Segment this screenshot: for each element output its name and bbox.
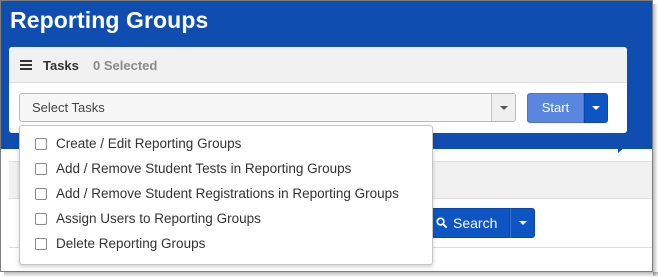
task-options-menu: Create / Edit Reporting Groups Add / Rem… [19, 125, 433, 265]
start-button[interactable]: Start [527, 93, 584, 123]
task-option-checkbox[interactable] [35, 238, 47, 250]
task-option-label: Create / Edit Reporting Groups [56, 136, 242, 151]
window-shadow [4, 272, 658, 277]
search-icon [436, 217, 447, 228]
tasks-panel: Tasks 0 Selected Select Tasks Start [9, 47, 627, 133]
tasks-panel-header: Tasks 0 Selected [9, 47, 627, 83]
search-button[interactable]: Search [424, 208, 510, 238]
task-option-label: Assign Users to Reporting Groups [56, 211, 261, 226]
task-option[interactable]: Create / Edit Reporting Groups [20, 132, 432, 157]
header-notch [618, 141, 632, 153]
start-options-button[interactable] [584, 93, 608, 123]
task-option-checkbox[interactable] [35, 188, 47, 200]
task-option-checkbox[interactable] [35, 213, 47, 225]
task-option[interactable]: Assign Users to Reporting Groups [20, 207, 432, 232]
page-title: Reporting Groups [10, 7, 209, 33]
selected-count: 0 Selected [93, 58, 158, 73]
search-button-label: Search [453, 215, 498, 231]
search-options-button[interactable] [510, 208, 535, 238]
app-window: Reporting Groups Tasks 0 Selected Select… [0, 0, 653, 272]
task-option-label: Delete Reporting Groups [56, 236, 206, 251]
task-option-label: Add / Remove Student Tests in Reporting … [56, 161, 352, 176]
task-option[interactable]: Add / Remove Student Tests in Reporting … [20, 157, 432, 182]
window-shadow [653, 4, 658, 276]
select-tasks-dropdown[interactable]: Select Tasks [19, 93, 516, 122]
task-option[interactable]: Add / Remove Student Registrations in Re… [20, 182, 432, 207]
list-icon [20, 60, 32, 70]
task-option-label: Add / Remove Student Registrations in Re… [56, 186, 399, 201]
chevron-down-icon[interactable] [491, 94, 515, 121]
select-tasks-text: Select Tasks [32, 100, 105, 115]
tasks-label: Tasks [43, 58, 79, 73]
task-option[interactable]: Delete Reporting Groups [20, 232, 432, 257]
task-option-checkbox[interactable] [35, 138, 47, 150]
task-option-checkbox[interactable] [35, 163, 47, 175]
